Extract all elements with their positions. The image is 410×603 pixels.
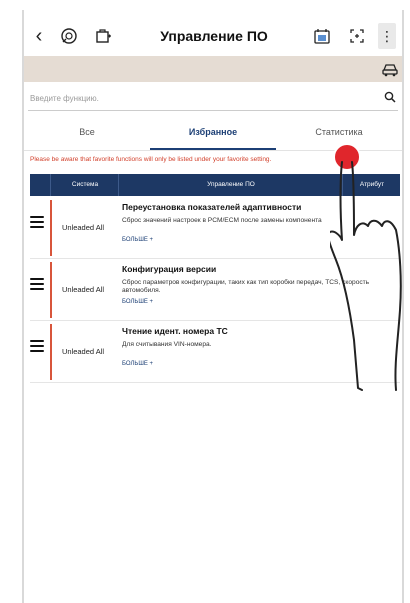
system-cell: Unleaded All [61, 222, 105, 232]
function-title: Конфигурация версии [122, 264, 217, 274]
drag-handle-icon[interactable] [30, 216, 44, 230]
favorites-notice: Please be aware that favorite functions … [30, 156, 272, 163]
function-description: Сброс параметров конфигурации, таких как… [122, 279, 370, 294]
table-row[interactable]: Unleaded All Чтение идент. номера ТС Для… [30, 322, 400, 383]
function-cell: Чтение идент. номера ТС Для считывания V… [122, 326, 392, 380]
vehicle-scan-icon[interactable] [92, 18, 114, 54]
more-link[interactable]: БОЛЬШЕ + [122, 299, 392, 305]
device-edge-right [402, 10, 404, 603]
app-window: ‹ Управление ПО ⋮ Все Избранное Статисти… [0, 0, 410, 603]
table-header: Система Управление ПО Атрибут [30, 174, 400, 196]
more-link[interactable]: БОЛЬШЕ + [122, 237, 392, 243]
tab-bar: Все Избранное Статистика [24, 120, 402, 151]
function-cell: Переустановка показателей адаптивности С… [122, 202, 392, 256]
header-system[interactable]: Система [50, 174, 119, 196]
tab-statistics[interactable]: Статистика [276, 120, 402, 148]
search-input[interactable] [28, 88, 370, 108]
table-row[interactable]: Unleaded All Переустановка показателей а… [30, 198, 400, 259]
drag-handle-icon[interactable] [30, 340, 44, 354]
tab-favorites[interactable]: Избранное [150, 120, 276, 150]
search-icon[interactable] [384, 90, 398, 106]
header-function[interactable]: Управление ПО [118, 174, 343, 196]
vci-connection-icon[interactable] [58, 18, 80, 54]
calendar-camera-icon[interactable] [312, 18, 334, 54]
back-arrow-icon[interactable]: ‹ [28, 18, 50, 54]
vehicle-info-bar [24, 56, 402, 82]
system-cell: Unleaded All [61, 346, 105, 356]
more-link[interactable]: БОЛЬШЕ + [122, 361, 392, 367]
search-bar [28, 88, 398, 111]
function-title: Чтение идент. номера ТС [122, 326, 228, 336]
fullscreen-icon[interactable] [346, 18, 368, 54]
function-cell: Конфигурация версии Сброс параметров кон… [122, 264, 392, 318]
more-options-icon[interactable]: ⋮ [378, 23, 396, 49]
tab-all[interactable]: Все [24, 120, 150, 148]
header-spacer [30, 174, 50, 196]
header-attribute[interactable]: Атрибут [342, 174, 401, 196]
car-icon[interactable] [380, 59, 400, 79]
page-title: Управление ПО [160, 28, 268, 44]
function-description: Для считывания VIN-номера. [122, 341, 212, 348]
function-description: Сброс значений настроек в PCM/ECM после … [122, 217, 322, 224]
device-edge-left [22, 10, 24, 603]
drag-handle-icon[interactable] [30, 278, 44, 292]
function-title: Переустановка показателей адаптивности [122, 202, 302, 212]
system-cell: Unleaded All [61, 284, 105, 294]
top-bar: ‹ Управление ПО ⋮ [24, 18, 402, 54]
table-row[interactable]: Unleaded All Конфигурация версии Сброс п… [30, 260, 400, 321]
